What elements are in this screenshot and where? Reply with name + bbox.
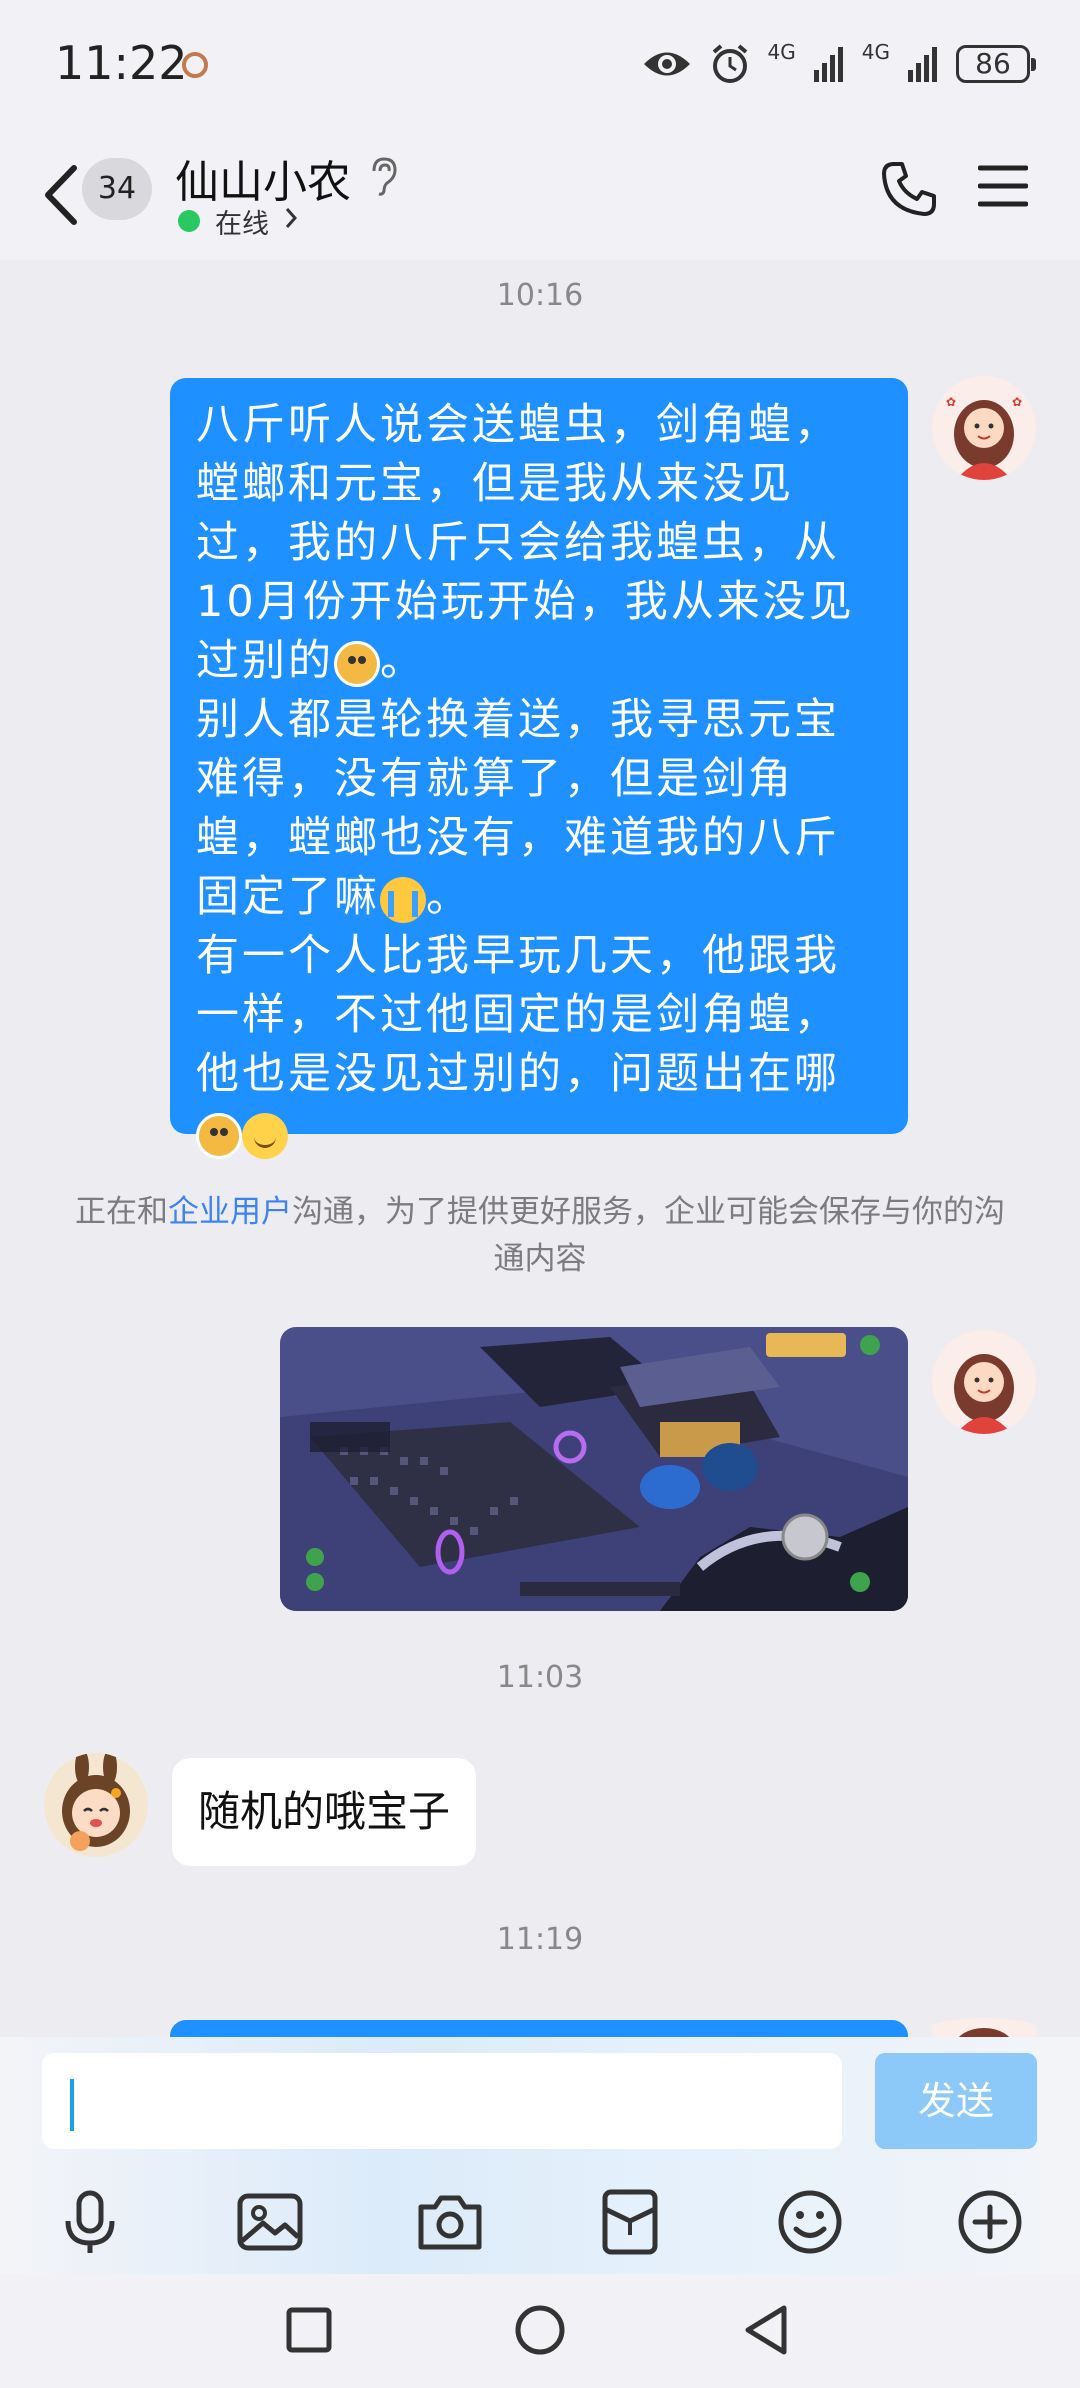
chevron-right-icon[interactable] — [284, 206, 298, 230]
message-text-part-1: 八斤听人说会送蝗虫，剑角蝗，螳螂和元宝，但是我从来没见过，我的八斤只会给我蝗虫，… — [196, 400, 855, 686]
message-text-part-1-end: 。 — [380, 636, 426, 686]
microphone-icon[interactable] — [55, 2187, 125, 2257]
red-packet-icon[interactable] — [595, 2187, 665, 2257]
signal-icon-1 — [813, 47, 843, 82]
send-button[interactable]: 发送 — [875, 2053, 1037, 2149]
notice-suffix: 沟通，为了提供更好服务，企业可能会保存与你的沟通内容 — [292, 1194, 1005, 1277]
self-avatar[interactable]: ✿ ✿ — [932, 376, 1036, 480]
crying-emoji-icon — [380, 876, 426, 923]
network-type-2: 4G — [861, 40, 890, 64]
smile-emoji-icon — [242, 1112, 288, 1159]
message-text-part-2-end: 。 — [426, 872, 472, 922]
contact-name[interactable]: 仙山小农 — [175, 146, 351, 210]
home-icon[interactable] — [514, 2304, 566, 2356]
emoji-icon[interactable] — [775, 2187, 845, 2257]
plus-icon[interactable] — [955, 2187, 1025, 2257]
battery-indicator: 86 — [956, 45, 1036, 83]
camera-icon[interactable] — [415, 2187, 485, 2257]
message-text-part-2: 别人都是轮换着送，我寻思元宝难得，没有就算了，但是剑角蝗，螳螂也没有，难道我的八… — [196, 695, 840, 922]
status-icons: 4G 4G 86 — [642, 38, 1036, 90]
status-bar: 11:22 4G 4G 86 — [0, 0, 1080, 130]
system-navigation-bar — [0, 2274, 1080, 2388]
network-type-1: 4G — [767, 40, 796, 64]
dog-emoji-icon — [196, 1112, 242, 1159]
unread-count-badge[interactable]: 34 — [82, 158, 152, 220]
svg-text:✿: ✿ — [946, 395, 956, 409]
enterprise-user-link[interactable]: 企业用户 — [168, 1194, 292, 1230]
notice-prefix: 正在和 — [75, 1194, 168, 1230]
outgoing-message-bubble[interactable]: 八斤听人说会送蝗虫，剑角蝗，螳螂和元宝，但是我从来没见过，我的八斤只会给我蝗虫，… — [170, 378, 908, 1159]
self-avatar[interactable] — [932, 2018, 1036, 2037]
alarm-icon — [712, 44, 747, 83]
self-avatar[interactable] — [932, 1330, 1036, 1434]
input-area: 发送 — [0, 2037, 1080, 2274]
back-triangle-icon[interactable] — [742, 2304, 790, 2356]
notification-app-icon — [182, 52, 208, 78]
image-icon[interactable] — [235, 2187, 305, 2257]
online-status-label[interactable]: 在线 — [215, 202, 269, 241]
timestamp: 11:03 — [496, 1660, 584, 1695]
dog-emoji-icon — [334, 640, 380, 687]
timestamp: 10:16 — [496, 278, 584, 313]
incoming-message-bubble[interactable]: 随机的哦宝子 — [172, 1758, 477, 1866]
text-caret — [70, 2079, 74, 2131]
status-time: 11:22 — [55, 36, 188, 90]
enterprise-notice: 正在和企业用户沟通，为了提供更好服务，企业可能会保存与你的沟通内容 — [60, 1189, 1020, 1283]
image-message[interactable] — [280, 1327, 908, 1611]
menu-icon[interactable] — [978, 164, 1028, 208]
timestamp: 11:19 — [496, 1922, 584, 1957]
contact-avatar[interactable] — [44, 1753, 148, 1857]
recent-apps-icon[interactable] — [285, 2304, 333, 2356]
phone-call-icon[interactable] — [880, 160, 938, 218]
message-text-part-3: 有一个人比我早玩几天，他跟我一样，不过他固定的是剑角蝗，他也是没见过别的，问题出… — [196, 931, 840, 1099]
signal-icon-2 — [908, 47, 937, 82]
message-input[interactable] — [42, 2053, 842, 2149]
ear-icon[interactable] — [368, 156, 398, 196]
svg-text:✿: ✿ — [1012, 395, 1022, 409]
online-status-dot — [178, 210, 200, 232]
message-text: 八斤听人说会送蝗虫，剑角蝗，螳螂和元宝，但是我从来没见过，我的八斤只会给我蝗虫，… — [196, 396, 882, 1163]
back-arrow-icon[interactable] — [36, 160, 86, 230]
eye-icon — [643, 52, 690, 76]
